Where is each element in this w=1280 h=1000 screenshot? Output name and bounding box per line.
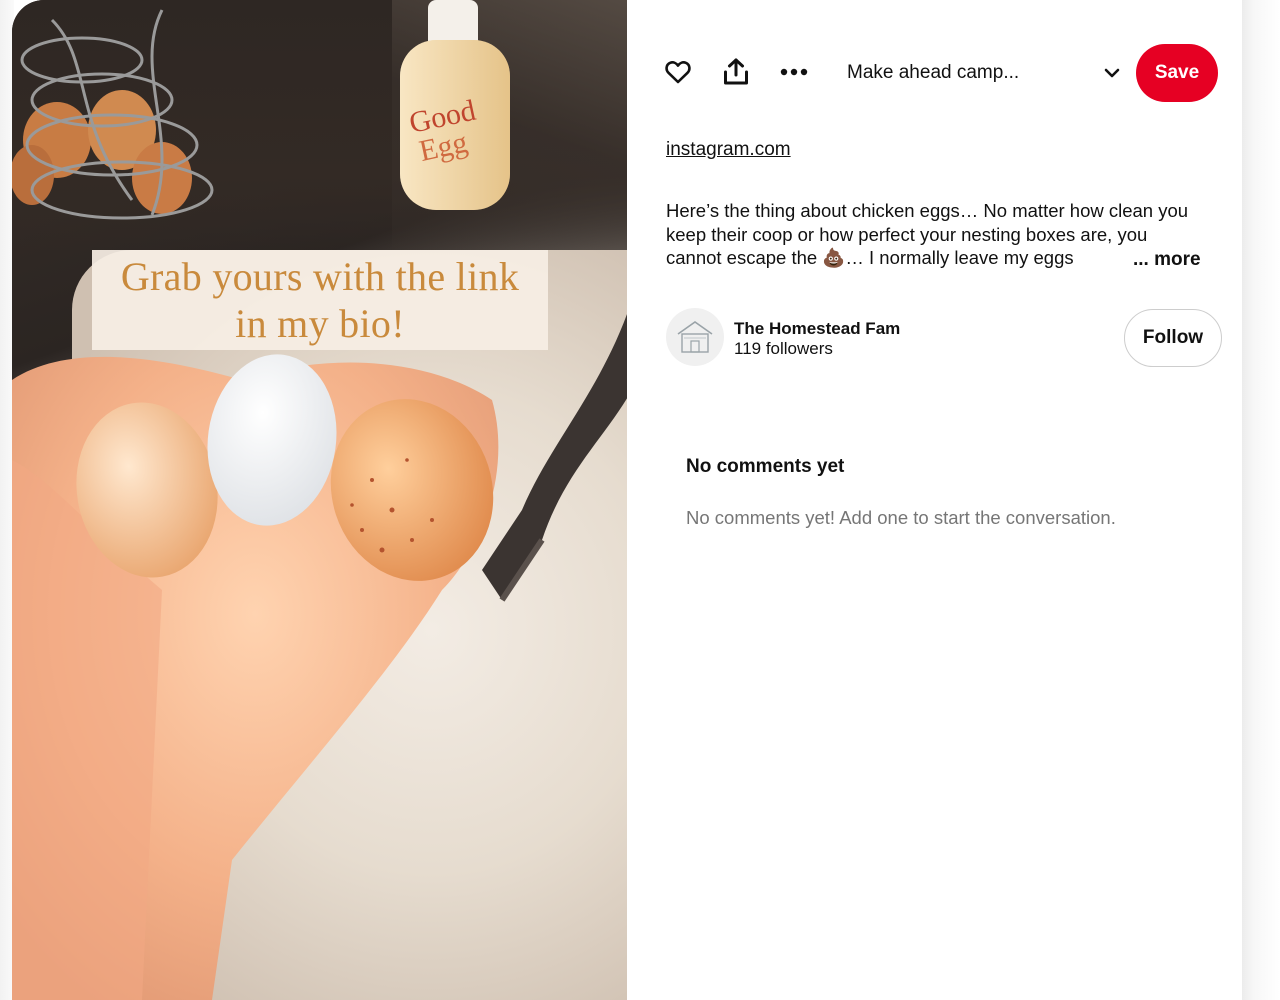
hands-holding-eggs-graphic bbox=[12, 354, 499, 1000]
creator-follower-count: 119 followers bbox=[734, 339, 833, 358]
soap-bottle-graphic: Good Egg bbox=[400, 0, 510, 210]
like-button[interactable] bbox=[660, 54, 696, 90]
follow-button[interactable]: Follow bbox=[1124, 309, 1222, 367]
board-selector-label[interactable]: Make ahead camp... bbox=[847, 60, 1077, 86]
more-options-icon bbox=[780, 68, 808, 76]
page-background-right bbox=[1242, 0, 1280, 1000]
homestead-logo-icon bbox=[677, 321, 713, 353]
pin-media[interactable]: Good Egg Grab yours with the link in my … bbox=[12, 0, 627, 1000]
more-options-button[interactable] bbox=[776, 54, 812, 90]
comments-empty-message: No comments yet! Add one to start the co… bbox=[686, 507, 1116, 528]
description-more-link[interactable]: ... more bbox=[1133, 248, 1201, 272]
source-link[interactable]: instagram.com bbox=[666, 137, 791, 163]
pin-description: Here’s the thing about chicken eggs… No … bbox=[666, 200, 1189, 268]
creator-avatar[interactable] bbox=[666, 308, 724, 366]
share-button[interactable] bbox=[718, 54, 754, 90]
chevron-down-icon bbox=[1104, 68, 1120, 78]
video-caption-banner: Grab yours with the link in my bio! bbox=[92, 250, 548, 350]
save-button[interactable]: Save bbox=[1136, 44, 1218, 102]
share-icon bbox=[724, 58, 748, 85]
pin-details-panel: Make ahead camp... Save instagram.com He… bbox=[627, 0, 1242, 1000]
heart-icon bbox=[665, 61, 691, 84]
board-selector-dropdown[interactable] bbox=[1097, 58, 1127, 88]
pin-action-toolbar: Make ahead camp... Save bbox=[627, 0, 1242, 146]
video-caption-text: Grab yours with the link in my bio! bbox=[120, 254, 520, 346]
egg-rack-graphic bbox=[12, 9, 214, 220]
comments-heading: No comments yet bbox=[686, 456, 845, 477]
creator-name[interactable]: The Homestead Fam bbox=[734, 318, 900, 340]
pin-closeup-card: Good Egg Grab yours with the link in my … bbox=[12, 0, 1242, 1000]
